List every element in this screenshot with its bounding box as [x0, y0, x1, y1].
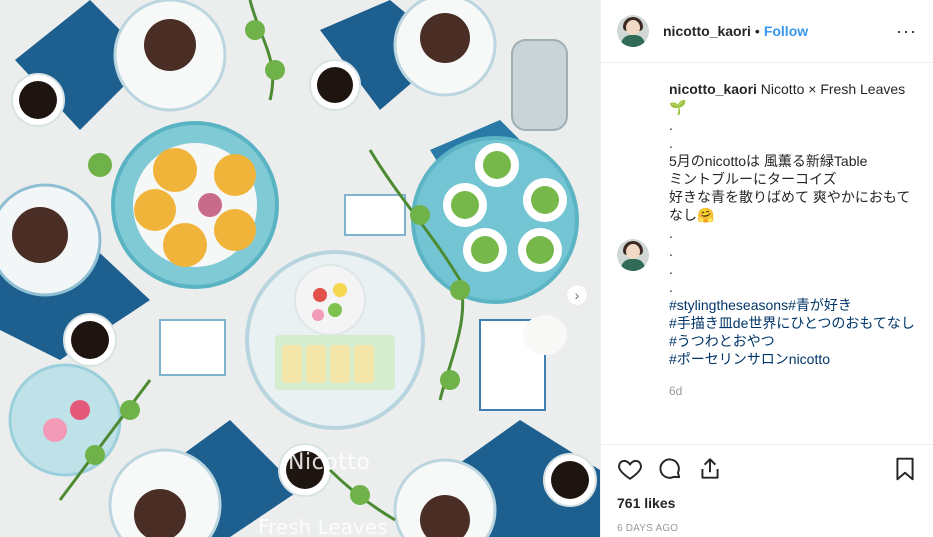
caption-line: .	[669, 261, 673, 277]
comment-icon[interactable]	[657, 456, 683, 482]
next-image-button[interactable]: ›	[566, 284, 588, 306]
bookmark-icon[interactable]	[892, 456, 918, 482]
post-header: nicotto_kaori • Follow ···	[601, 0, 933, 63]
chevron-right-icon: ›	[574, 287, 580, 303]
caption-line: .	[669, 243, 673, 259]
follow-button[interactable]: Follow	[764, 23, 808, 39]
watermark-fresh-leaves: Fresh Leaves	[258, 515, 388, 537]
more-options-icon[interactable]: ···	[896, 22, 917, 40]
post-actions: 761 likes 6 DAYS AGO	[601, 444, 933, 537]
hashtag-link[interactable]: #うつわとおやつ	[669, 332, 924, 350]
action-icons	[617, 453, 918, 485]
caption-line: .	[669, 225, 673, 241]
header-username[interactable]: nicotto_kaori	[663, 23, 751, 39]
caption-line: 5月のnicottoは 風薫る新緑Table	[669, 153, 868, 169]
caption-line: .	[669, 135, 673, 151]
posted-time[interactable]: 6 DAYS AGO	[617, 523, 918, 534]
caption-username[interactable]: nicotto_kaori	[669, 81, 757, 97]
caption-avatar[interactable]	[617, 239, 649, 271]
post-photo[interactable]: Nicotto Fresh Leaves ›	[0, 0, 600, 537]
watermark-nicotto: Nicotto	[288, 450, 371, 475]
caption-line: .	[669, 117, 673, 133]
caption-line: .	[669, 279, 673, 295]
leaf-emoji: 🌱	[669, 99, 687, 115]
separator-dot: •	[754, 23, 760, 39]
hashtag-link[interactable]: #stylingtheseasons#青が好き	[669, 296, 924, 314]
post-sidebar: nicotto_kaori • Follow ··· nicotto_kaori…	[600, 0, 933, 537]
likes-count[interactable]: 761 likes	[617, 495, 918, 511]
share-icon[interactable]	[697, 456, 723, 482]
hashtag-link[interactable]: #ポーセリンサロンnicotto	[669, 350, 924, 368]
caption-line: 好きな青を散りばめて 爽やかにおもてなし🤗	[669, 189, 911, 223]
avatar[interactable]	[617, 15, 649, 47]
caption-line-1: nicotto_kaori Nicotto × Fresh Leaves	[669, 81, 906, 97]
comments-area[interactable]: nicotto_kaori Nicotto × Fresh Leaves 🌱 .…	[601, 64, 933, 444]
caption-age[interactable]: 6d	[669, 384, 918, 398]
heart-icon[interactable]	[617, 456, 643, 482]
hashtag-link[interactable]: #手描き皿de世界にひとつのおもてなし	[669, 314, 924, 332]
caption-line: ミントブルーにターコイズ	[669, 171, 837, 187]
caption: nicotto_kaori Nicotto × Fresh Leaves 🌱 .…	[669, 80, 924, 368]
